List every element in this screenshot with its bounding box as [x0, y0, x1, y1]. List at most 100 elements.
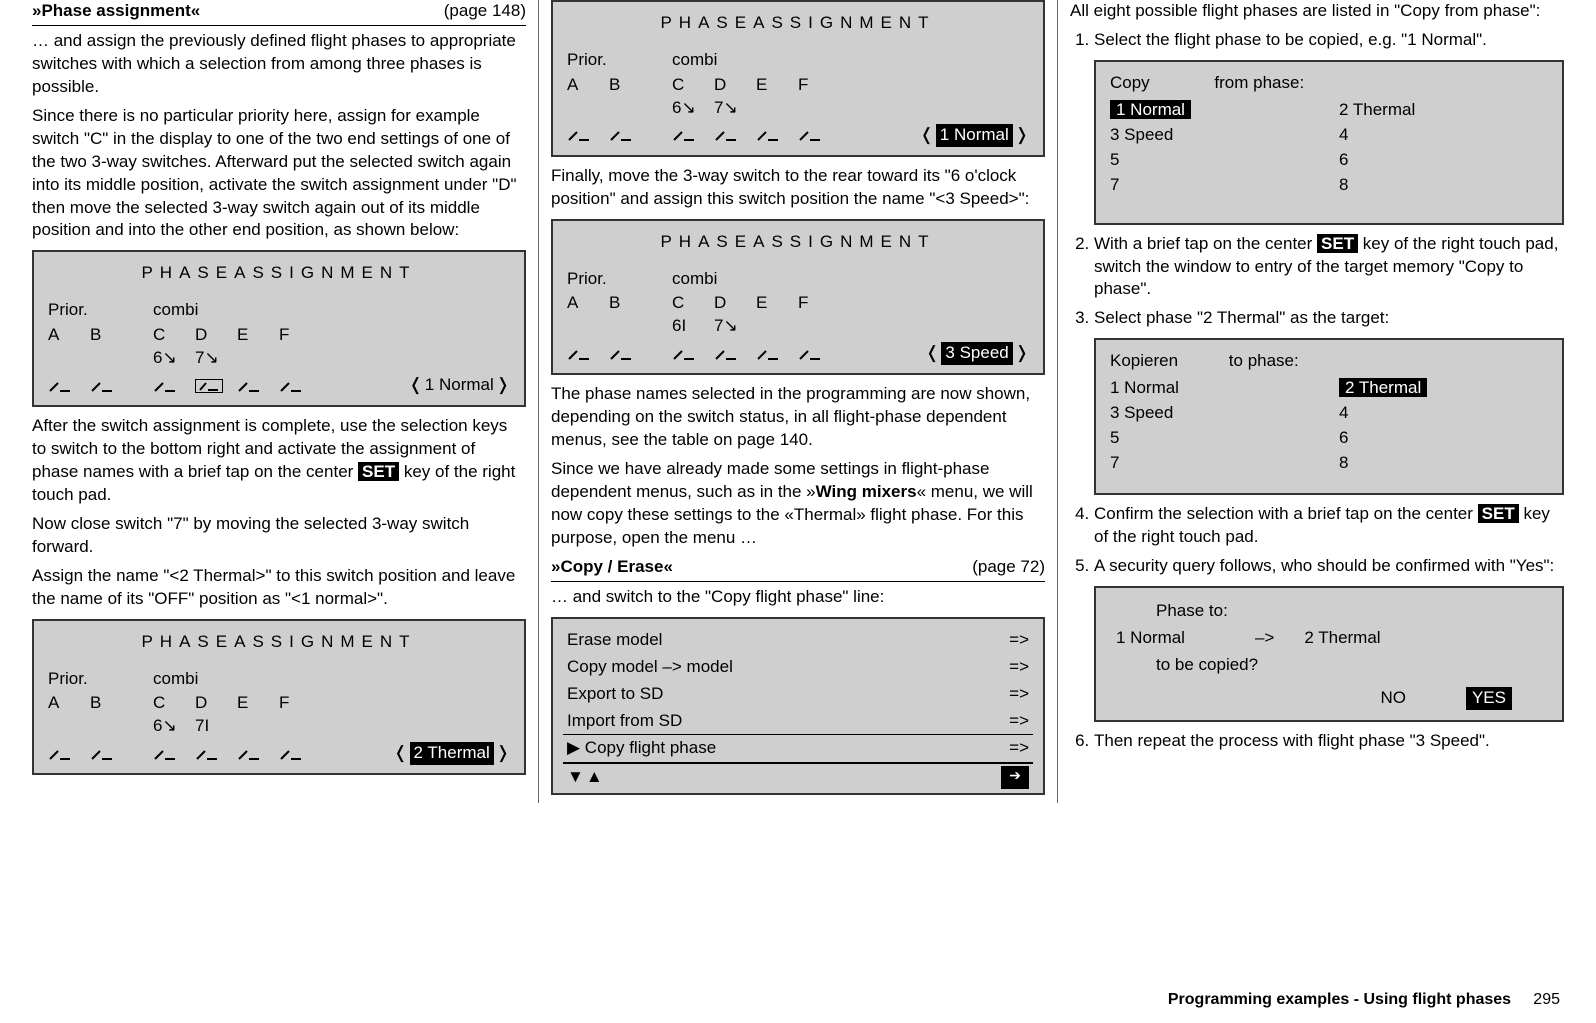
list-item: Then repeat the process with flight phas… — [1094, 730, 1564, 753]
lcd-phase-display: ❬2 Thermal❭ — [393, 742, 510, 765]
sw7: 7↘ — [195, 347, 237, 370]
lcd-confirm-dialog: Phase to: 1 Normal –> 2 Thermal to be co… — [1094, 586, 1564, 722]
switch-icon — [567, 128, 609, 142]
list-item: A security query follows, who should be … — [1094, 555, 1564, 722]
col-D: D — [195, 324, 237, 347]
phase-option[interactable]: 6 — [1339, 427, 1548, 450]
lcd-phase-display: ❬3 Speed❭ — [925, 342, 1029, 365]
switch-icon — [756, 347, 798, 361]
switch-icon-boxed — [195, 379, 237, 393]
paragraph: Since we have already made some settings… — [551, 458, 1045, 550]
switch-icon — [195, 747, 237, 761]
switch-icon — [153, 379, 195, 393]
arrow-icon: –> — [1255, 627, 1274, 650]
phase-option[interactable]: 6 — [1339, 149, 1548, 172]
up-down-icon[interactable]: ▼▲ — [567, 766, 605, 789]
switch-icon — [48, 379, 90, 393]
col-E: E — [237, 324, 279, 347]
phase-option[interactable]: 8 — [1339, 452, 1548, 475]
paragraph: … and assign the previously defined flig… — [32, 30, 526, 99]
switch-icon — [798, 128, 840, 142]
switch-icon — [756, 128, 798, 142]
arrow-icon: => — [1009, 737, 1029, 760]
numbered-list: Select the flight phase to be copied, e.… — [1070, 29, 1564, 753]
lcd-phase-assignment-1: PHASEASSIGNMENT Prior. combi A B C D E F — [32, 250, 526, 407]
menu-item[interactable]: Erase model => — [563, 627, 1033, 654]
section-heading: »Copy / Erase« (page 72) — [551, 556, 1045, 582]
lcd-copy-to-phase: Kopieren to phase: 1 Normal 2 Thermal 3 … — [1094, 338, 1564, 495]
switch-icon — [279, 747, 321, 761]
column-3: All eight possible flight phases are lis… — [1058, 0, 1576, 803]
column-1: »Phase assignment« (page 148) … and assi… — [20, 0, 539, 803]
heading-title: »Phase assignment« — [32, 0, 200, 23]
phase-name-inverted: 2 Thermal — [410, 742, 494, 765]
lcd-phase-display: ❬ 1 Normal ❭ — [409, 374, 510, 397]
paragraph: Now close switch "7" by moving the selec… — [32, 513, 526, 559]
paragraph: Finally, move the 3-way switch to the re… — [551, 165, 1045, 211]
paragraph: Since there is no particular priority he… — [32, 105, 526, 243]
menu-item[interactable]: Copy model –> model => — [563, 654, 1033, 681]
phase-option[interactable]: 3 Speed — [1110, 124, 1319, 147]
paragraph: … and switch to the "Copy flight phase" … — [551, 586, 1045, 609]
phase-option[interactable]: 1 Normal — [1110, 377, 1319, 400]
phase-name-inverted: 3 Speed — [941, 342, 1012, 365]
no-button[interactable]: NO — [1380, 687, 1406, 710]
page-number: 295 — [1533, 991, 1560, 1008]
right-arrow-icon[interactable]: ➔ — [1001, 766, 1029, 789]
col-C: C — [153, 324, 195, 347]
switch-icon — [672, 347, 714, 361]
list-item: Confirm the selection with a brief tap o… — [1094, 503, 1564, 549]
phase-option[interactable]: 4 — [1339, 402, 1548, 425]
arrow-icon: => — [1009, 683, 1029, 706]
selected-phase[interactable]: 1 Normal — [1110, 100, 1191, 119]
lcd-phase-assignment-3: PHASEASSIGNMENT Prior. combi A B C D E F — [551, 0, 1045, 157]
lcd-phase-assignment-4: PHASEASSIGNMENT Prior. combi A B C D E F — [551, 219, 1045, 376]
phase-option[interactable]: 7 — [1110, 174, 1319, 197]
phase-option[interactable]: 3 Speed — [1110, 402, 1319, 425]
switch-icon — [672, 128, 714, 142]
paragraph: After the switch assignment is complete,… — [32, 415, 526, 507]
paragraph: All eight possible flight phases are lis… — [1070, 0, 1564, 23]
lcd-title: PHASEASSIGNMENT — [48, 262, 510, 285]
paragraph: The phase names selected in the programm… — [551, 383, 1045, 452]
switch-icon — [279, 379, 321, 393]
footer-title: Programming examples - Using flight phas… — [1168, 991, 1511, 1008]
page-footer: Programming examples - Using flight phas… — [1168, 989, 1560, 1011]
list-item: Select phase "2 Thermal" as the target: … — [1094, 307, 1564, 495]
set-key-icon: SET — [1478, 504, 1519, 523]
phase-option[interactable]: 8 — [1339, 174, 1548, 197]
menu-item-selected[interactable]: ▶ Copy flight phase => — [563, 734, 1033, 763]
selected-phase[interactable]: 2 Thermal — [1339, 378, 1427, 397]
switch-icon — [90, 747, 132, 761]
section-heading: »Phase assignment« (page 148) — [32, 0, 526, 26]
lcd-combi-label: combi — [153, 299, 198, 322]
phase-option[interactable]: 2 Thermal — [1339, 99, 1548, 122]
switch-icon — [153, 747, 195, 761]
phase-option[interactable]: 5 — [1110, 149, 1319, 172]
phase-option[interactable]: 5 — [1110, 427, 1319, 450]
phase-option[interactable]: 7 — [1110, 452, 1319, 475]
sw6: 6↘ — [153, 347, 195, 370]
switch-icon — [237, 379, 279, 393]
switch-icon — [714, 128, 756, 142]
list-item: Select the flight phase to be copied, e.… — [1094, 29, 1564, 225]
phase-option[interactable]: 4 — [1339, 124, 1548, 147]
lcd-phase-assignment-2: PHASEASSIGNMENT Prior. combi A B C D E F — [32, 619, 526, 776]
col-F: F — [279, 324, 321, 347]
menu-footer: ▼▲ ➔ — [563, 763, 1033, 789]
set-key-icon: SET — [358, 462, 399, 481]
list-item: With a brief tap on the center SET key o… — [1094, 233, 1564, 302]
heading-title: »Copy / Erase« — [551, 556, 673, 579]
switch-icon — [237, 747, 279, 761]
heading-page: (page 148) — [444, 0, 526, 23]
lcd-copy-erase-menu: Erase model => Copy model –> model => Ex… — [551, 617, 1045, 796]
menu-item[interactable]: Import from SD => — [563, 708, 1033, 735]
paragraph: Assign the name "<2 Thermal>" to this sw… — [32, 565, 526, 611]
switch-icon — [714, 347, 756, 361]
yes-button[interactable]: YES — [1466, 687, 1512, 710]
menu-item[interactable]: Export to SD => — [563, 681, 1033, 708]
lcd-copy-from-phase: Copy from phase: 1 Normal 2 Thermal 3 Sp… — [1094, 60, 1564, 225]
heading-page: (page 72) — [972, 556, 1045, 579]
col-B: B — [90, 324, 132, 347]
lcd-title: PHASEASSIGNMENT — [48, 631, 510, 654]
